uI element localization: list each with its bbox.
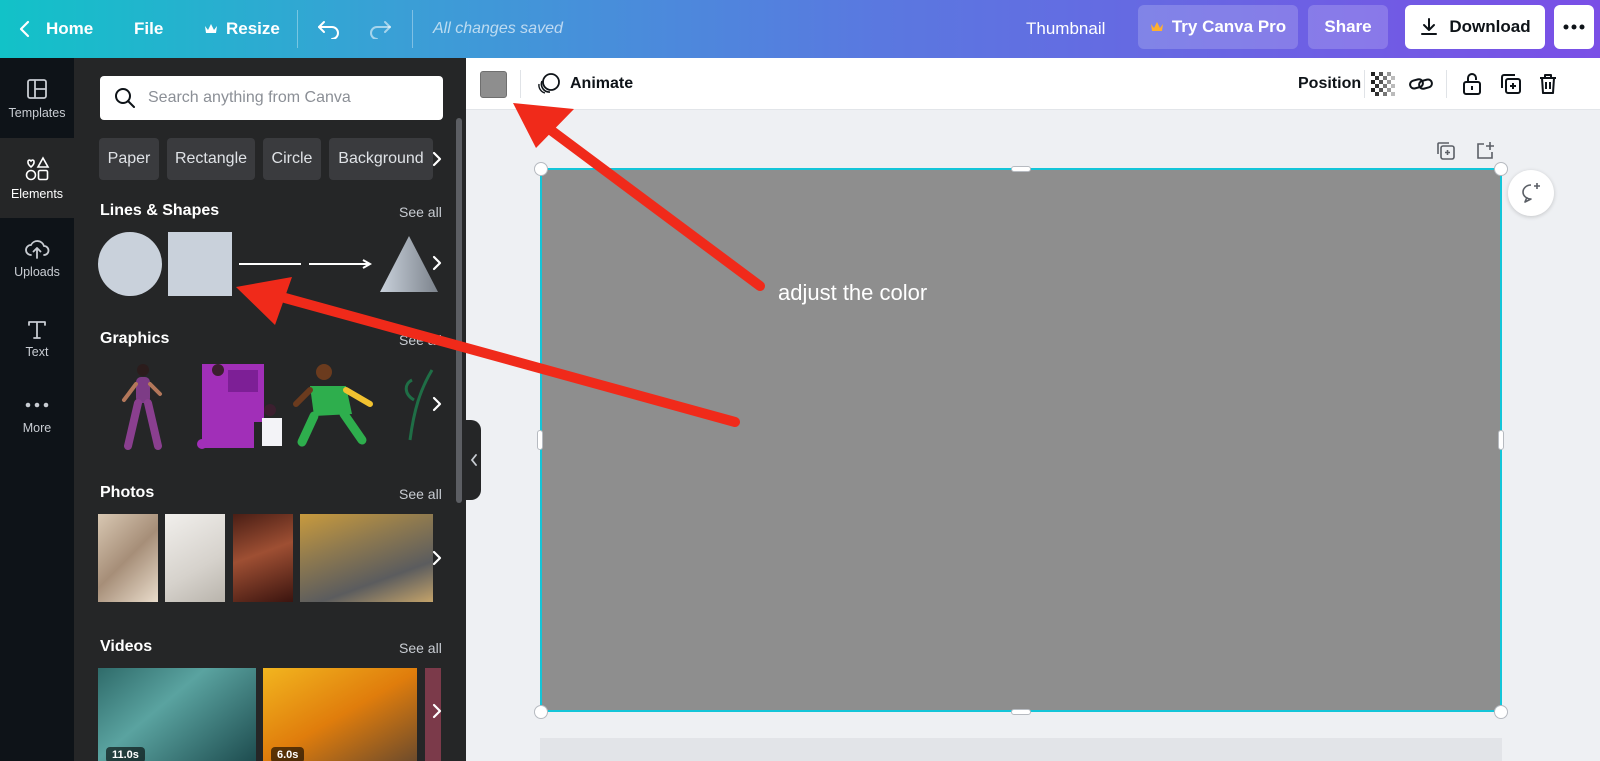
annotation-arrow-to-color <box>543 123 765 291</box>
annotation-arrows <box>236 103 765 427</box>
annotation-arrow-to-shape <box>280 293 740 427</box>
